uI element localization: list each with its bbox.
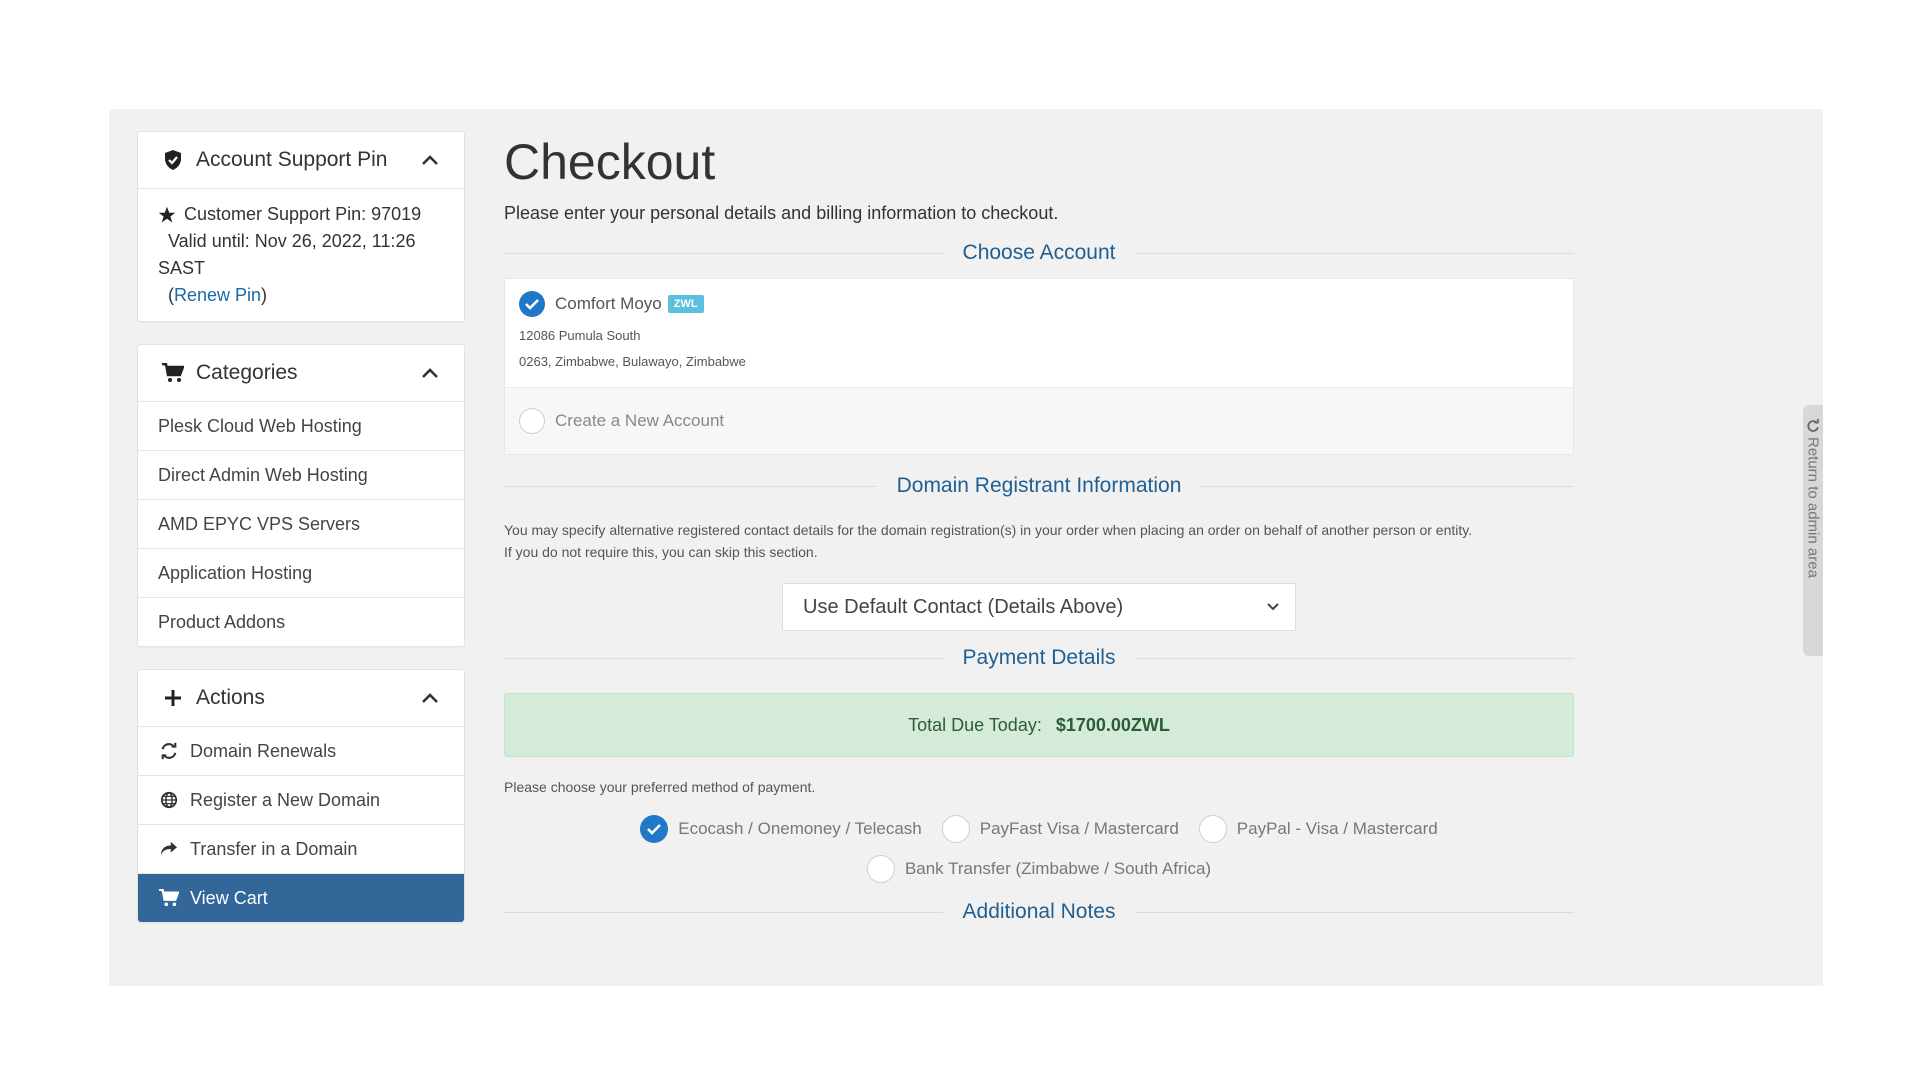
actions-panel-title: Actions [196, 686, 265, 709]
support-pin-panel: Account Support Pin Customer Support Pin… [137, 131, 465, 322]
star-icon [158, 206, 176, 224]
return-to-admin-tab[interactable]: Return to admin area [1803, 405, 1823, 656]
category-item[interactable]: Direct Admin Web Hosting [138, 451, 464, 500]
cart-icon [158, 887, 180, 909]
new-account-label: Create a New Account [555, 411, 725, 430]
payment-details-divider: Payment Details [504, 643, 1574, 673]
contact-select[interactable]: Use Default Contact (Details Above) [782, 583, 1296, 631]
return-to-admin-label: Return to admin area [1804, 437, 1822, 578]
renew-pin-wrapper: (Renew Pin) [158, 282, 446, 309]
total-due-label: Total Due Today: [908, 714, 1042, 735]
actions-panel-header[interactable]: Actions [138, 670, 464, 727]
refresh-icon [158, 740, 180, 762]
action-label: Transfer in a Domain [190, 838, 358, 859]
radio-unchecked-icon[interactable] [941, 815, 970, 843]
account-address-line1: 12086 Pumula South [519, 328, 641, 343]
section-heading-payment-details: Payment Details [942, 646, 1136, 669]
payment-option-label: PayPal - Visa / Mastercard [1236, 819, 1438, 838]
support-pin-timezone: SAST [158, 258, 206, 278]
radio-unchecked-icon[interactable] [866, 855, 895, 883]
categories-panel-header[interactable]: Categories [138, 345, 464, 402]
category-item[interactable]: Product Addons [138, 598, 464, 646]
support-pin-valid-until: Valid until: Nov 26, 2022, 11:26 [168, 231, 416, 251]
cart-icon [162, 362, 184, 384]
choose-account-divider: Choose Account [504, 238, 1574, 268]
action-domain-renewals[interactable]: Domain Renewals [138, 727, 464, 776]
share-icon [158, 838, 180, 860]
section-heading-additional-notes: Additional Notes [942, 900, 1136, 923]
payment-option-label: Bank Transfer (Zimbabwe / South Africa) [904, 859, 1212, 878]
categories-panel: Categories Plesk Cloud Web Hosting Direc… [137, 344, 465, 647]
domain-registrant-note-line1: You may specify alternative registered c… [504, 522, 1473, 538]
action-transfer-domain[interactable]: Transfer in a Domain [138, 825, 464, 874]
renew-pin-link[interactable]: Renew Pin [174, 285, 261, 305]
payment-methods-row-2: Bank Transfer (Zimbabwe / South Africa) [504, 855, 1574, 883]
chevron-up-icon[interactable] [420, 688, 440, 708]
new-account-option[interactable]: Create a New Account [505, 387, 1573, 454]
page-background: Account Support Pin Customer Support Pin… [109, 109, 1823, 986]
section-heading-choose-account: Choose Account [942, 241, 1136, 264]
currency-badge: ZWL [667, 295, 704, 313]
account-address-line2: 0263, Zimbabwe, Bulawayo, Zimbabwe [519, 354, 746, 369]
account-name: Comfort Moyo [555, 294, 662, 313]
support-pin-body: Customer Support Pin: 97019 Valid until:… [138, 189, 464, 321]
account-selection-box: Comfort Moyo ZWL 12086 Pumula South 0263… [504, 278, 1574, 455]
category-item[interactable]: Plesk Cloud Web Hosting [138, 402, 464, 451]
plus-icon [162, 687, 184, 709]
domain-registrant-note-line2: If you do not require this, you can skip… [504, 544, 818, 560]
page-title: Checkout [504, 134, 716, 190]
refresh-icon [1806, 419, 1820, 433]
payment-method-note: Please choose your preferred method of p… [504, 779, 816, 795]
action-label: Domain Renewals [190, 740, 337, 761]
payment-methods-row: Ecocash / Onemoney / Telecash PayFast Vi… [504, 815, 1574, 843]
payment-option-paypal[interactable]: PayPal - Visa / Mastercard [1198, 815, 1438, 843]
payment-option-payfast[interactable]: PayFast Visa / Mastercard [941, 815, 1179, 843]
total-due-banner: Total Due Today: $1700.00ZWL [504, 693, 1574, 757]
support-pin-panel-header[interactable]: Account Support Pin [138, 132, 464, 189]
category-item[interactable]: AMD EPYC VPS Servers [138, 500, 464, 549]
action-label: View Cart [190, 887, 268, 908]
radio-checked-icon[interactable] [640, 815, 669, 843]
payment-option-ecocash[interactable]: Ecocash / Onemoney / Telecash [640, 815, 922, 843]
existing-account-option[interactable]: Comfort Moyo ZWL 12086 Pumula South 0263… [505, 279, 1573, 387]
additional-notes-divider: Additional Notes [504, 897, 1574, 927]
section-heading-domain-registrant: Domain Registrant Information [876, 474, 1202, 497]
radio-checked-icon[interactable] [519, 291, 545, 317]
chevron-up-icon[interactable] [420, 150, 440, 170]
category-item[interactable]: Application Hosting [138, 549, 464, 598]
action-label: Register a New Domain [190, 789, 381, 810]
radio-unchecked-icon[interactable] [1198, 815, 1227, 843]
payment-option-label: Ecocash / Onemoney / Telecash [678, 819, 922, 838]
action-register-domain[interactable]: Register a New Domain [138, 776, 464, 825]
payment-option-bank-transfer[interactable]: Bank Transfer (Zimbabwe / South Africa) [866, 855, 1212, 883]
sidebar: Account Support Pin Customer Support Pin… [137, 131, 465, 945]
support-pin-panel-title: Account Support Pin [196, 148, 388, 171]
main-content: Checkout Please enter your personal deta… [504, 109, 1574, 927]
domain-registrant-divider: Domain Registrant Information [504, 471, 1574, 501]
chevron-up-icon[interactable] [420, 363, 440, 383]
shield-check-icon [162, 149, 184, 171]
radio-unchecked-icon[interactable] [519, 408, 545, 434]
payment-option-label: PayFast Visa / Mastercard [979, 819, 1179, 838]
categories-panel-title: Categories [196, 361, 298, 384]
total-due-value: $1700.00ZWL [1055, 714, 1170, 735]
action-view-cart[interactable]: View Cart [138, 874, 464, 922]
globe-icon [158, 789, 180, 811]
renew-pin-close-paren: ) [261, 285, 268, 305]
support-pin-number: Customer Support Pin: 97019 [184, 204, 422, 224]
chevron-down-icon [1267, 603, 1279, 611]
contact-select-value: Use Default Contact (Details Above) [803, 595, 1124, 618]
domain-registrant-note: You may specify alternative registered c… [504, 519, 1574, 563]
actions-panel: Actions Domain Renewals Register a New D… [137, 669, 465, 923]
page-subtitle: Please enter your personal details and b… [504, 203, 1059, 223]
